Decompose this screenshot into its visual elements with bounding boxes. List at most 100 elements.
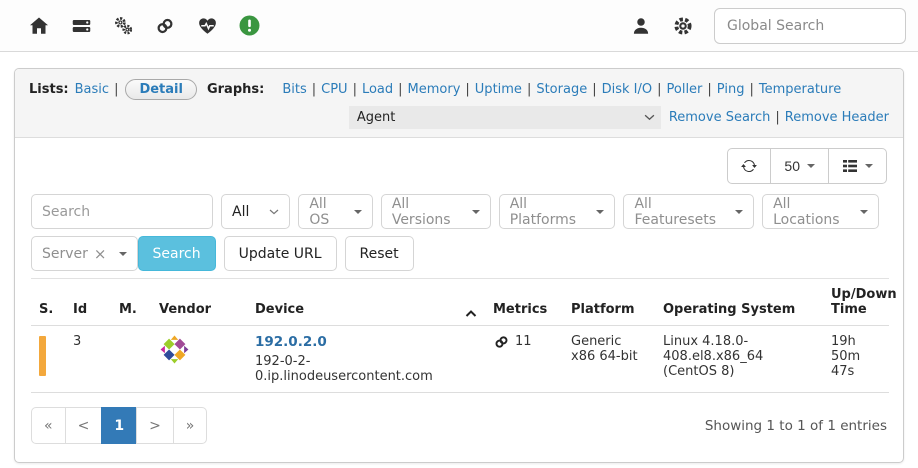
separator: | bbox=[775, 110, 779, 125]
pagination-page-1-button[interactable]: 1 bbox=[101, 407, 137, 444]
user-icon[interactable] bbox=[630, 15, 652, 37]
columns-list-icon bbox=[842, 159, 858, 173]
vendor-cell bbox=[151, 326, 247, 393]
global-search-input[interactable] bbox=[714, 8, 906, 44]
agent-row: Agent Remove Search | Remove Header bbox=[29, 106, 889, 129]
caret-down-icon bbox=[596, 210, 604, 214]
caret-down-icon bbox=[860, 210, 868, 214]
device-table-row: 3 bbox=[31, 326, 889, 393]
device-list-panel: Lists: Basic | Detail Graphs: Bits | CPU |… bbox=[14, 68, 904, 463]
graph-link-cpu[interactable]: CPU bbox=[321, 82, 347, 97]
caret-down-icon bbox=[119, 252, 127, 256]
separator: | bbox=[707, 82, 711, 97]
column-header-status[interactable]: S. bbox=[31, 279, 65, 326]
page-size-dropdown[interactable]: 50 bbox=[770, 148, 829, 184]
top-navbar bbox=[0, 0, 918, 52]
separator: | bbox=[398, 82, 402, 97]
pagination-prev-button[interactable]: < bbox=[65, 407, 103, 444]
graph-link-ping[interactable]: Ping bbox=[717, 82, 745, 97]
graph-link-poller[interactable]: Poller bbox=[667, 82, 703, 97]
graphs-links: Bits | CPU | Load | Memory | Uptime | Storage… bbox=[282, 82, 841, 97]
status-indicator-bar bbox=[39, 336, 46, 376]
panel-header: Lists: Basic | Detail Graphs: Bits | CPU |… bbox=[15, 69, 903, 138]
pagination-last-button[interactable]: » bbox=[173, 407, 208, 444]
device-search-input[interactable] bbox=[31, 194, 213, 229]
alert-status-icon[interactable] bbox=[238, 15, 260, 37]
column-header-monitor[interactable]: M. bbox=[111, 279, 151, 326]
separator: | bbox=[353, 82, 357, 97]
chevron-down-icon bbox=[269, 209, 279, 215]
versions-filter-dropdown[interactable]: All Versions bbox=[381, 194, 491, 229]
column-header-device[interactable]: Device bbox=[247, 279, 485, 326]
platforms-filter-dropdown[interactable]: All Platforms bbox=[499, 194, 616, 229]
separator: | bbox=[527, 82, 531, 97]
home-icon[interactable] bbox=[28, 15, 50, 37]
pagination-first-button[interactable]: « bbox=[31, 407, 66, 444]
id-cell: 3 bbox=[65, 326, 111, 393]
device-hostname: 192-0-2-0.ip.linodeusercontent.com bbox=[255, 354, 477, 384]
management-gears-icon[interactable] bbox=[112, 15, 134, 37]
search-button[interactable]: Search bbox=[138, 236, 216, 271]
caret-down-icon bbox=[472, 210, 480, 214]
separator: | bbox=[465, 82, 469, 97]
caret-down-icon bbox=[865, 164, 873, 168]
graph-link-memory[interactable]: Memory bbox=[408, 82, 461, 97]
health-heartbeat-icon[interactable] bbox=[196, 15, 218, 37]
list-view-basic-link[interactable]: Basic bbox=[75, 82, 109, 97]
separator: | bbox=[114, 82, 118, 97]
updown-time-cell: 19h 50m 47s bbox=[823, 326, 889, 393]
update-url-button[interactable]: Update URL bbox=[224, 236, 337, 271]
chevron-down-icon bbox=[644, 114, 655, 121]
console-icon[interactable] bbox=[70, 15, 92, 37]
graph-link-diskio[interactable]: Disk I/O bbox=[602, 82, 653, 97]
column-header-metrics[interactable]: Metrics bbox=[485, 279, 563, 326]
settings-gear-icon[interactable] bbox=[672, 15, 694, 37]
graph-link-bits[interactable]: Bits bbox=[282, 82, 306, 97]
caret-down-icon bbox=[354, 210, 362, 214]
status-cell bbox=[31, 326, 65, 393]
column-header-platform[interactable]: Platform bbox=[563, 279, 655, 326]
graph-link-uptime[interactable]: Uptime bbox=[475, 82, 522, 97]
agent-select[interactable]: Agent bbox=[349, 106, 661, 129]
type-select-value: All bbox=[232, 204, 249, 220]
column-header-device-label: Device bbox=[255, 302, 304, 317]
column-header-updown[interactable]: Up/Down Time bbox=[823, 279, 889, 326]
link-icon[interactable] bbox=[154, 15, 176, 37]
graph-link-load[interactable]: Load bbox=[362, 82, 393, 97]
device-name-link[interactable]: 192.0.2.0 bbox=[255, 334, 327, 350]
columns-dropdown[interactable] bbox=[828, 148, 887, 184]
table-header-row: S. Id M. Vendor Device Metrics Platform … bbox=[31, 279, 889, 326]
graphs-label: Graphs: bbox=[207, 82, 264, 97]
featuresets-filter-label: All Featuresets bbox=[634, 196, 727, 228]
remove-search-link[interactable]: Remove Search bbox=[669, 110, 771, 125]
metrics-count: 11 bbox=[515, 334, 532, 349]
separator: | bbox=[312, 82, 316, 97]
class-filter-chip[interactable]: Server× bbox=[31, 236, 138, 271]
toolbar-button-group: 50 bbox=[727, 148, 887, 184]
featuresets-filter-dropdown[interactable]: All Featuresets bbox=[623, 194, 754, 229]
list-view-detail-button[interactable]: Detail bbox=[125, 79, 197, 100]
graph-link-storage[interactable]: Storage bbox=[536, 82, 587, 97]
metrics-link[interactable]: 11 bbox=[493, 334, 555, 350]
pagination-next-button[interactable]: > bbox=[136, 407, 174, 444]
sort-ascending-icon bbox=[465, 310, 477, 317]
lists-label: Lists: bbox=[29, 82, 69, 97]
column-header-vendor[interactable]: Vendor bbox=[151, 279, 247, 326]
remove-header-link[interactable]: Remove Header bbox=[785, 110, 889, 125]
device-cell: 192.0.2.0 192-0-2-0.ip.linodeusercontent… bbox=[247, 326, 485, 393]
separator: | bbox=[657, 82, 661, 97]
graph-link-temperature[interactable]: Temperature bbox=[759, 82, 841, 97]
refresh-button[interactable] bbox=[727, 148, 771, 184]
entries-summary: Showing 1 to 1 of 1 entries bbox=[705, 418, 887, 434]
column-header-id[interactable]: Id bbox=[65, 279, 111, 326]
column-header-os[interactable]: Operating System bbox=[655, 279, 823, 326]
locations-filter-dropdown[interactable]: All Locations bbox=[762, 194, 879, 229]
devices-table: S. Id M. Vendor Device Metrics Platform … bbox=[31, 278, 889, 393]
separator: | bbox=[749, 82, 753, 97]
caret-down-icon bbox=[807, 164, 815, 168]
chip-remove-icon[interactable]: × bbox=[94, 245, 107, 263]
os-filter-dropdown[interactable]: All OS bbox=[298, 194, 373, 229]
reset-button[interactable]: Reset bbox=[345, 236, 414, 271]
type-select[interactable]: All bbox=[221, 194, 290, 229]
platforms-filter-label: All Platforms bbox=[510, 196, 589, 228]
